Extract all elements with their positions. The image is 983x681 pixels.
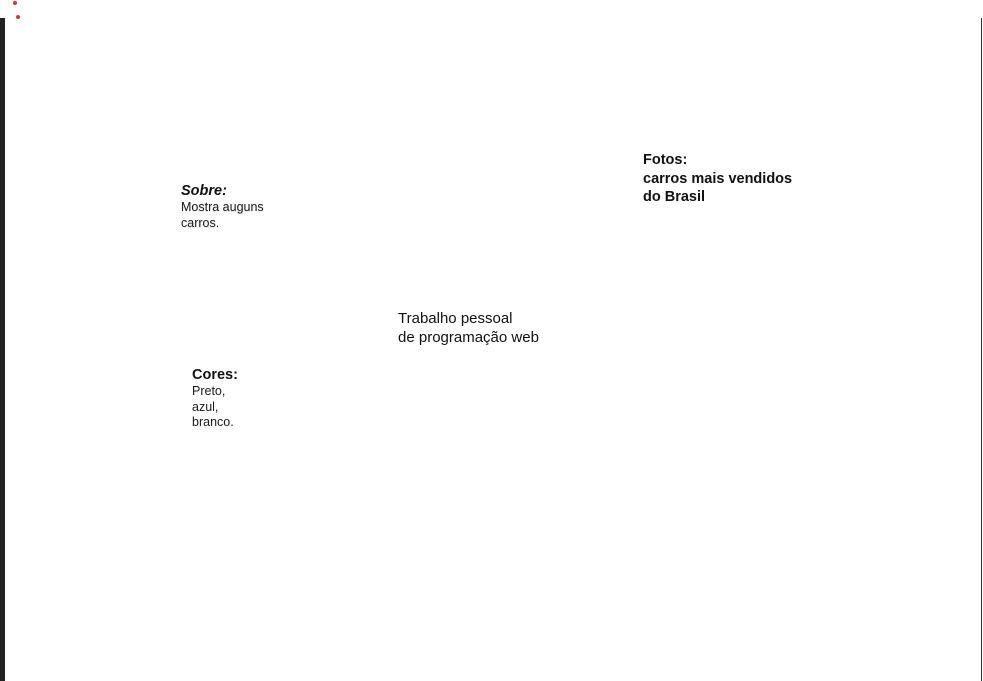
right-edge-line bbox=[981, 18, 982, 681]
red-dot-bottom bbox=[16, 15, 20, 19]
cores-heading: Cores: bbox=[192, 367, 238, 383]
sobre-line: Mostra auguns bbox=[181, 200, 264, 214]
sobre-section: Sobre: Mostra auguns carros. bbox=[181, 183, 291, 231]
fotos-section: Fotos: carros mais vendidos do Brasil bbox=[643, 151, 813, 207]
red-dot-top bbox=[13, 1, 17, 5]
left-edge-bar bbox=[0, 18, 5, 681]
project-description-line: de programação web bbox=[398, 328, 539, 346]
fotos-line: carros mais vendidos bbox=[643, 170, 793, 187]
cores-item: Preto, bbox=[192, 384, 226, 398]
project-description: Trabalho pessoal de programação web bbox=[398, 310, 568, 347]
fotos-heading: Fotos: bbox=[643, 152, 688, 168]
cores-section: Cores: Preto, azul, branco. bbox=[192, 367, 282, 431]
project-description-line: Trabalho pessoal bbox=[398, 310, 513, 327]
sobre-line: carros. bbox=[181, 215, 220, 230]
cores-list: Preto, azul, branco. bbox=[192, 384, 282, 431]
cores-item: azul, bbox=[192, 399, 219, 414]
sobre-description: Mostra auguns carros. bbox=[181, 200, 291, 231]
cores-item: branco. bbox=[192, 415, 234, 429]
sobre-heading: Sobre: bbox=[181, 183, 227, 199]
fotos-line: do Brasil bbox=[643, 189, 706, 205]
